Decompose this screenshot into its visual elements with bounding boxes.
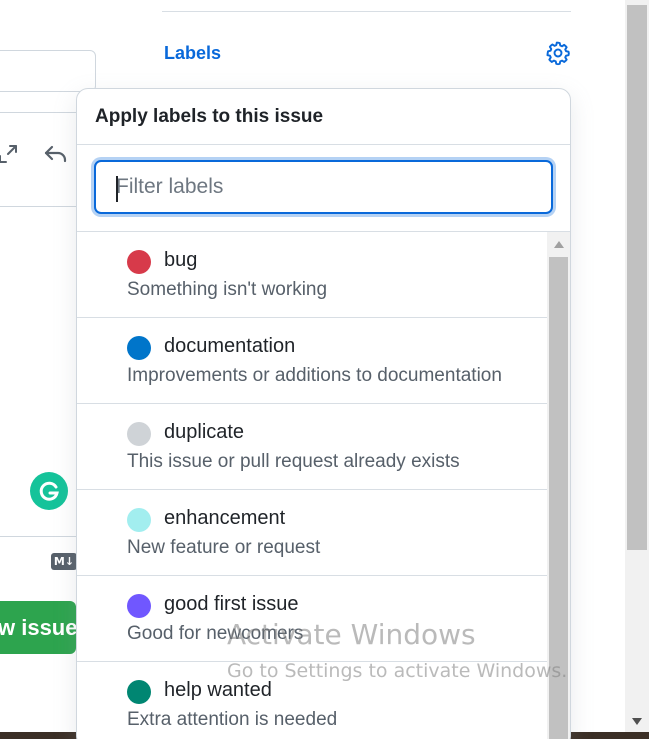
comment-title-field[interactable] [0, 50, 96, 92]
label-color-swatch [127, 508, 151, 532]
label-name: help wanted [164, 679, 272, 701]
label-description: This issue or pull request already exist… [127, 451, 460, 472]
sidebar-divider [162, 11, 571, 12]
labels-heading[interactable]: Labels [164, 43, 221, 64]
label-description: Something isn't working [127, 279, 328, 300]
label-name: duplicate [164, 421, 245, 443]
label-item-duplicate[interactable]: duplicate This issue or pull request alr… [77, 404, 547, 490]
submit-new-issue-button[interactable]: w issue [0, 601, 76, 654]
label-description: Improvements or additions to documentati… [127, 365, 502, 386]
activate-windows-subtitle: Go to Settings to activate Windows. [227, 660, 568, 682]
label-name: documentation [164, 335, 296, 357]
activate-windows-watermark: Activate Windows [227, 618, 476, 651]
scroll-down-arrow-icon[interactable] [625, 713, 649, 729]
reply-icon[interactable] [42, 140, 70, 168]
label-name: good first issue [164, 593, 299, 615]
label-color-swatch [127, 680, 151, 704]
markdown-icon: M↓ [51, 553, 77, 570]
popover-title: Apply labels to this issue [77, 89, 570, 145]
text-cursor [116, 176, 118, 202]
gear-icon[interactable] [544, 39, 572, 67]
scroll-up-arrow-icon[interactable] [547, 236, 570, 252]
label-description: New feature or request [127, 537, 321, 558]
filter-labels-input[interactable] [94, 160, 553, 214]
filter-container [77, 145, 570, 232]
label-name: bug [164, 249, 198, 271]
grammarly-icon[interactable] [30, 472, 68, 510]
cross-reference-icon[interactable] [0, 140, 22, 168]
label-item-bug[interactable]: bug Something isn't working [77, 232, 547, 318]
label-color-swatch [127, 336, 151, 360]
label-item-enhancement[interactable]: enhancement New feature or request [77, 490, 547, 576]
label-color-swatch [127, 594, 151, 618]
label-name: enhancement [164, 507, 286, 529]
page-scrollbar-thumb[interactable] [627, 5, 647, 550]
label-color-swatch [127, 250, 151, 274]
label-description: Extra attention is needed [127, 709, 338, 730]
label-color-swatch [127, 422, 151, 446]
label-item-documentation[interactable]: documentation Improvements or additions … [77, 318, 547, 404]
